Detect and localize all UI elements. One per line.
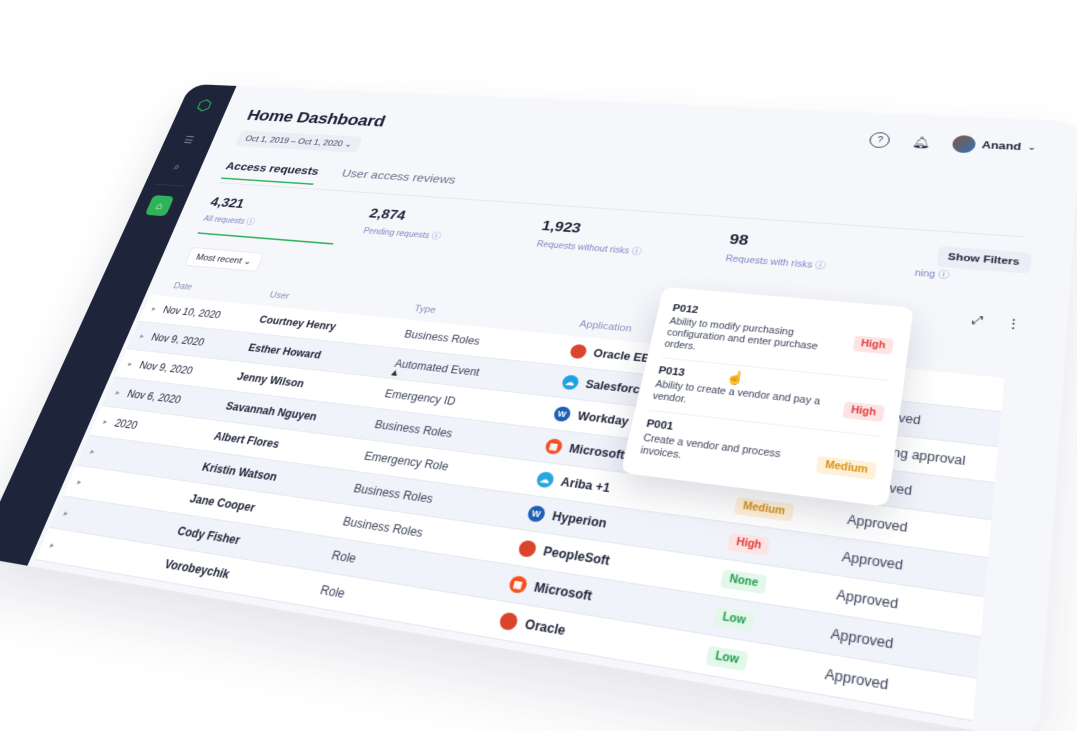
avatar bbox=[951, 134, 977, 154]
user-menu[interactable]: Anand ⌄ bbox=[951, 134, 1037, 157]
tab-user-access-reviews[interactable]: User access reviews bbox=[337, 167, 457, 194]
cell-date: Nov 9, 2020 bbox=[137, 359, 195, 377]
header-date[interactable]: Date bbox=[172, 281, 272, 299]
stat-active-indicator bbox=[197, 232, 334, 245]
hyperion-icon: W bbox=[526, 504, 547, 523]
expand-icon[interactable]: ⤢ bbox=[971, 313, 984, 329]
tabs: Access requests User access reviews bbox=[220, 160, 457, 194]
risk-badge[interactable]: High bbox=[726, 531, 771, 556]
cell-date: Nov 9, 2020 bbox=[149, 331, 207, 349]
workday-icon: W bbox=[552, 405, 572, 423]
risk-badge: Medium bbox=[815, 455, 878, 481]
sort-dropdown[interactable]: Most recent ⌄ bbox=[183, 246, 265, 272]
chevron-down-icon: ⌄ bbox=[242, 256, 254, 267]
application-name: Microsoft bbox=[532, 579, 594, 604]
risk-badge[interactable]: Low bbox=[705, 645, 749, 671]
sort-label: Most recent bbox=[194, 252, 244, 266]
cell-date: Nov 10, 2020 bbox=[161, 304, 223, 321]
risk-badge: High bbox=[852, 335, 894, 355]
application-name: Ariba +1 bbox=[559, 475, 612, 496]
cell-risk: None bbox=[720, 568, 838, 605]
bell-icon[interactable]: 🔔︎ bbox=[911, 135, 931, 149]
hand-cursor-icon: ☝ bbox=[724, 369, 746, 386]
chevron-down-icon: ⌄ bbox=[1027, 142, 1037, 153]
logo-icon[interactable]: ⬡ bbox=[190, 96, 218, 115]
table-tools: ⤢ ⋮ bbox=[971, 313, 1022, 332]
search-icon[interactable]: ⌕ bbox=[162, 157, 191, 177]
application-name: Oracle bbox=[523, 616, 567, 639]
date-range-text: Oct 1, 2019 – Oct 1, 2020 bbox=[243, 134, 345, 149]
salesforce-icon: ☁ bbox=[560, 374, 580, 391]
expand-row-icon[interactable]: ▸ bbox=[54, 507, 78, 520]
expand-row-icon[interactable]: ▸ bbox=[40, 538, 64, 551]
info-icon: ⓘ bbox=[244, 218, 256, 227]
risk-badge[interactable]: None bbox=[720, 568, 768, 594]
chevron-down-icon: ⌄ bbox=[343, 140, 354, 149]
dashboard-window: ⬡ ☰ ⌕ ⌂ Home Dashboard Oct 1, 2019 – Oct… bbox=[0, 83, 1077, 731]
ariba-icon: ☁ bbox=[534, 470, 556, 489]
stat-requests-with-risks[interactable]: 98 Requests with risks ⓘ bbox=[725, 231, 904, 277]
risk-badge: High bbox=[842, 401, 885, 423]
cell-risk: Low bbox=[705, 645, 827, 684]
info-icon: ⓘ bbox=[430, 232, 442, 242]
cell-date bbox=[76, 515, 178, 531]
oracle-icon bbox=[568, 343, 588, 360]
stage: ⬡ ☰ ⌕ ⌂ Home Dashboard Oct 1, 2019 – Oct… bbox=[0, 0, 1077, 731]
menu-icon[interactable]: ☰ bbox=[175, 130, 204, 150]
risk-popover: P012 Ability to modify purchasing configu… bbox=[620, 286, 914, 507]
expand-row-icon[interactable]: ▸ bbox=[68, 476, 92, 489]
cell-date: 2020 bbox=[112, 416, 140, 432]
application-name: PeopleSoft bbox=[541, 544, 612, 569]
home-icon[interactable]: ⌂ bbox=[144, 195, 175, 217]
sidebar-divider bbox=[153, 183, 184, 187]
risk-badge[interactable]: Medium bbox=[733, 496, 795, 522]
cell-date bbox=[102, 453, 202, 467]
peoplesoft-icon bbox=[516, 539, 538, 559]
user-name: Anand bbox=[981, 139, 1022, 153]
top-bar-icons: ? 🔔︎ Anand ⌄ bbox=[868, 131, 1037, 157]
tab-access-requests[interactable]: Access requests bbox=[220, 160, 321, 185]
page-title: Home Dashboard bbox=[244, 106, 388, 131]
microsoft-icon: ▦ bbox=[507, 574, 529, 595]
cell-risk: High bbox=[726, 531, 843, 566]
microsoft-icon: ▦ bbox=[543, 437, 564, 455]
stat-requests-without-risks[interactable]: 1,923 Requests without risks ⓘ bbox=[535, 218, 702, 261]
expand-row-icon[interactable]: ▸ bbox=[81, 445, 105, 457]
stat-pending-requests[interactable]: 2,874 Pending requests ⓘ bbox=[362, 206, 518, 247]
info-icon: ⓘ bbox=[630, 247, 643, 257]
date-range-picker[interactable]: Oct 1, 2019 – Oct 1, 2020 ⌄ bbox=[234, 130, 364, 153]
cell-risk: Medium bbox=[733, 496, 849, 528]
cell-date bbox=[89, 483, 190, 498]
info-icon: ⓘ bbox=[814, 261, 827, 272]
help-icon[interactable]: ? bbox=[868, 131, 892, 149]
cell-date: Nov 6, 2020 bbox=[125, 387, 183, 406]
application-name: Hyperion bbox=[550, 509, 609, 531]
popover-list: P012 Ability to modify purchasing configu… bbox=[637, 296, 898, 494]
risk-badge[interactable]: Low bbox=[712, 606, 756, 632]
more-icon[interactable]: ⋮ bbox=[1005, 316, 1022, 332]
cell-date bbox=[62, 547, 165, 564]
oracle-icon bbox=[497, 611, 519, 632]
stat-all-requests[interactable]: 4,321 All requests ⓘ bbox=[202, 195, 348, 233]
info-icon: ⓘ bbox=[937, 270, 950, 281]
